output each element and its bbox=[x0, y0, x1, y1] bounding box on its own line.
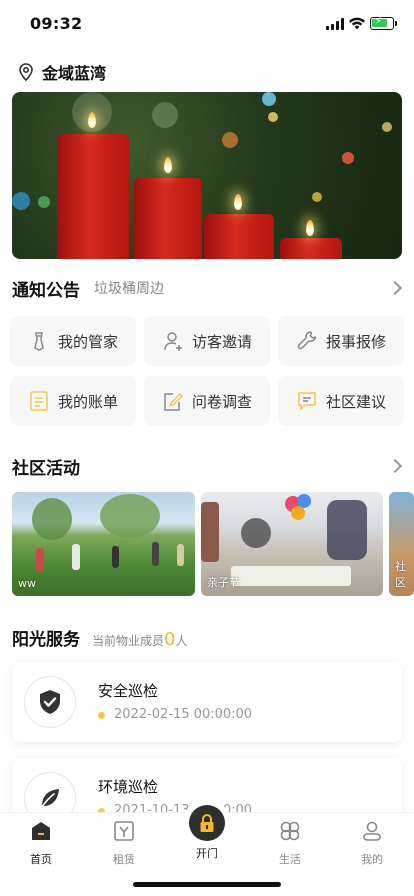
activities-title: 社区活动 bbox=[12, 459, 80, 479]
tab-label: 开门 bbox=[196, 847, 218, 860]
status-dot bbox=[98, 712, 105, 719]
staff-count-suffix: 人 bbox=[175, 634, 188, 648]
service-label: 我的账单 bbox=[57, 392, 118, 411]
tab-label: 租赁 bbox=[113, 853, 135, 866]
service-repair[interactable]: 报事报修 bbox=[278, 316, 404, 366]
status-bar: 09:32 ⚡ bbox=[0, 0, 414, 48]
chevron-right-icon bbox=[387, 280, 403, 296]
inspection-date: 2022-02-15 00:00:00 bbox=[114, 707, 253, 722]
activity-card[interactable]: ww bbox=[12, 492, 195, 596]
tab-label: 首页 bbox=[30, 853, 52, 866]
home-page: 金域蓝湾 通知公告 垃圾桶周边 我的管家 访客邀请 报事报修 我的账单 问卷调查… bbox=[0, 48, 414, 812]
inspection-name: 环境巡检 bbox=[98, 778, 159, 796]
service-label: 我的管家 bbox=[57, 332, 118, 351]
wrench-icon bbox=[297, 331, 317, 350]
bill-icon bbox=[30, 391, 48, 411]
notice-bar[interactable]: 通知公告 垃圾桶周边 bbox=[12, 274, 403, 302]
service-label: 访客邀请 bbox=[191, 332, 252, 351]
location-pin-icon bbox=[19, 63, 33, 81]
location-selector[interactable]: 金域蓝湾 bbox=[18, 60, 106, 84]
shield-check-icon bbox=[24, 676, 76, 728]
notice-text: 垃圾桶周边 bbox=[94, 281, 164, 297]
survey-icon bbox=[164, 392, 184, 411]
tab-profile[interactable]: 我的 bbox=[342, 819, 402, 867]
butler-icon bbox=[34, 332, 44, 351]
tab-rent[interactable]: 租赁 bbox=[94, 819, 154, 867]
chevron-right-icon[interactable] bbox=[387, 458, 403, 474]
activity-caption: ww bbox=[18, 577, 36, 590]
profile-icon bbox=[363, 821, 381, 841]
activities-carousel: ww 亲子节 社区 bbox=[12, 492, 414, 596]
visitor-icon bbox=[164, 332, 182, 351]
service-bill[interactable]: 我的账单 bbox=[10, 376, 136, 426]
tab-open-door[interactable]: 开门 bbox=[177, 805, 237, 861]
inspection-card[interactable]: 安全巡检 2022-02-15 00:00:00 bbox=[12, 662, 402, 742]
home-icon bbox=[32, 822, 50, 840]
signal-icon bbox=[326, 18, 346, 30]
staff-count-text: 当前物业成员0人 bbox=[92, 629, 187, 650]
banner-image[interactable] bbox=[12, 92, 402, 259]
service-label: 问卷调查 bbox=[191, 392, 252, 411]
leaf-icon bbox=[24, 772, 76, 812]
service-visitor[interactable]: 访客邀请 bbox=[144, 316, 270, 366]
location-name: 金域蓝湾 bbox=[42, 64, 107, 83]
status-time: 09:32 bbox=[30, 14, 83, 33]
wifi-icon bbox=[348, 15, 366, 31]
notice-title: 通知公告 bbox=[12, 280, 80, 301]
life-icon bbox=[280, 821, 300, 841]
battery-icon: ⚡ bbox=[370, 16, 397, 30]
rent-icon bbox=[114, 821, 134, 841]
staff-count: 0 bbox=[164, 629, 176, 650]
activity-caption: 社区 bbox=[395, 560, 406, 589]
activity-caption: 亲子节 bbox=[207, 576, 240, 589]
service-label: 报事报修 bbox=[325, 332, 386, 351]
tab-label: 生活 bbox=[279, 853, 301, 866]
lock-icon bbox=[189, 805, 225, 841]
activity-card[interactable]: 亲子节 bbox=[201, 492, 383, 596]
inspection-name: 安全巡检 bbox=[98, 682, 159, 700]
home-indicator bbox=[133, 882, 281, 887]
tab-label: 我的 bbox=[361, 853, 383, 866]
tab-home[interactable]: 首页 bbox=[11, 819, 71, 867]
tab-life[interactable]: 生活 bbox=[260, 819, 320, 867]
suggestion-icon bbox=[298, 392, 316, 410]
sunshine-title: 阳光服务 bbox=[12, 630, 80, 650]
service-butler[interactable]: 我的管家 bbox=[10, 316, 136, 366]
service-suggestion[interactable]: 社区建议 bbox=[278, 376, 404, 426]
service-survey[interactable]: 问卷调查 bbox=[144, 376, 270, 426]
service-label: 社区建议 bbox=[325, 392, 386, 411]
staff-count-prefix: 当前物业成员 bbox=[92, 634, 165, 648]
activity-card[interactable]: 社区 bbox=[389, 492, 414, 596]
inspection-card[interactable]: 环境巡检 2021-10-13 00:00:00 bbox=[12, 758, 402, 812]
